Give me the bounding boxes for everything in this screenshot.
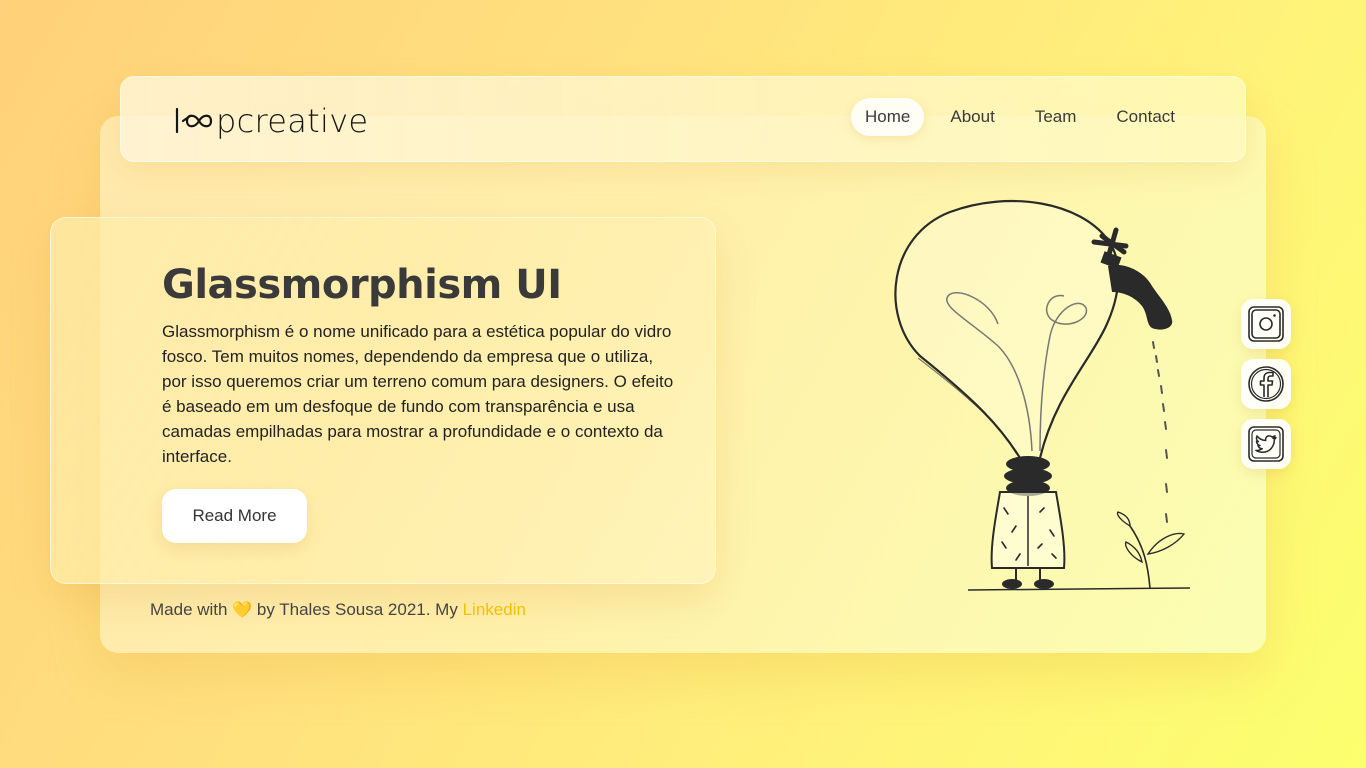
hero-title: Glassmorphism UI [162, 262, 562, 308]
nav-link-contact[interactable]: Contact [1102, 98, 1189, 136]
footer-middle: by Thales Sousa 2021. My [256, 600, 458, 619]
read-more-button[interactable]: Read More [162, 489, 307, 543]
logo[interactable]: pcreative [173, 101, 368, 141]
lightbulb-faucet-illustration [894, 199, 1191, 591]
facebook-icon [1248, 366, 1284, 402]
navbar: pcreative Home About Team Contact [120, 76, 1246, 162]
linkedin-link[interactable]: Linkedin [463, 600, 526, 619]
nav-link-about[interactable]: About [936, 98, 1008, 136]
hero-description: Glassmorphism é o nome unificado para a … [162, 322, 674, 466]
logo-text: pcreative [216, 102, 369, 140]
instagram-icon [1248, 306, 1284, 342]
nav-link-team[interactable]: Team [1021, 98, 1091, 136]
twitter-icon [1248, 426, 1284, 462]
nav-link-home[interactable]: Home [851, 98, 925, 136]
footer-credit: Made with 💛 by Thales Sousa 2021. My Lin… [150, 600, 526, 620]
footer-prefix: Made with [150, 600, 228, 619]
loop-logo-icon [175, 107, 213, 134]
heart-icon: 💛 [232, 602, 253, 619]
twitter-button[interactable] [1241, 419, 1291, 469]
facebook-button[interactable] [1241, 359, 1291, 409]
instagram-button[interactable] [1241, 299, 1291, 349]
nav-links: Home About Team Contact [843, 98, 1189, 136]
hero-glass-card: Glassmorphism UI Glassmorphism é o nome … [50, 217, 716, 584]
